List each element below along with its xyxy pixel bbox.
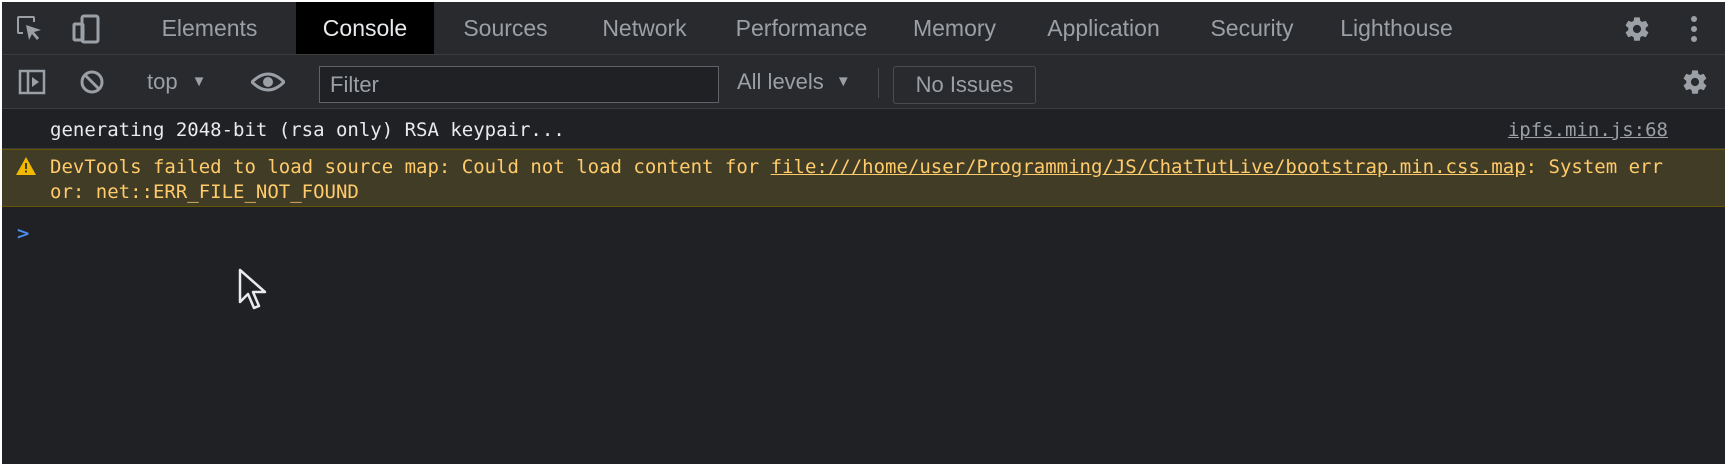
more-options-icon[interactable] [1684,14,1704,44]
tab-lighthouse[interactable]: Lighthouse [1329,2,1464,54]
message-source-link[interactable]: ipfs.min.js:68 [1508,119,1668,141]
tab-network[interactable]: Network [587,2,702,54]
chevron-down-icon: ▼ [835,73,851,90]
console-message-warning: DevTools failed to load source map: Coul… [2,149,1725,207]
show-sidebar-icon[interactable] [17,67,47,97]
devtools-window: Elements Console Sources Network Perform… [2,2,1725,464]
console-toolbar: top ▼ [2,55,1725,109]
settings-gear-icon[interactable] [1622,14,1652,44]
source-map-link[interactable]: file:///home/user/Programming/JS/ChatTut… [771,156,1526,178]
issues-button[interactable]: No Issues [893,66,1036,104]
message-text: generating 2048-bit (rsa only) RSA keypa… [50,119,565,141]
devtools-tab-bar: Elements Console Sources Network Perform… [2,2,1725,55]
eye-icon[interactable] [250,68,286,96]
warning-text: DevTools failed to load source map: Coul… [50,155,1670,205]
tab-security[interactable]: Security [1198,2,1306,54]
tab-elements[interactable]: Elements [148,2,271,54]
tab-memory[interactable]: Memory [900,2,1009,54]
device-toolbar-icon[interactable] [72,14,102,44]
log-levels-dropdown[interactable]: All levels ▼ [737,55,851,108]
context-label: top [147,68,178,94]
console-settings-gear-icon[interactable] [1680,67,1710,97]
context-selector[interactable]: top ▼ [147,55,206,108]
console-output: generating 2048-bit (rsa only) RSA keypa… [2,109,1725,207]
clear-console-icon[interactable] [77,67,107,97]
chevron-down-icon: ▼ [191,73,207,90]
warning-prefix: DevTools failed to load source map: Coul… [50,156,771,178]
inspect-element-icon[interactable] [16,15,44,43]
filter-input[interactable] [319,66,719,103]
log-levels-label: All levels [737,68,824,94]
console-prompt[interactable]: > [16,224,30,244]
mouse-pointer-icon [238,268,270,317]
console-message-info: generating 2048-bit (rsa only) RSA keypa… [2,109,1725,149]
tab-sources[interactable]: Sources [449,2,562,54]
toolbar-divider [878,68,879,98]
issues-label: No Issues [915,72,1014,97]
tab-console[interactable]: Console [296,2,434,54]
tab-performance[interactable]: Performance [727,2,876,54]
tab-application[interactable]: Application [1032,2,1175,54]
warning-triangle-icon [16,157,36,180]
